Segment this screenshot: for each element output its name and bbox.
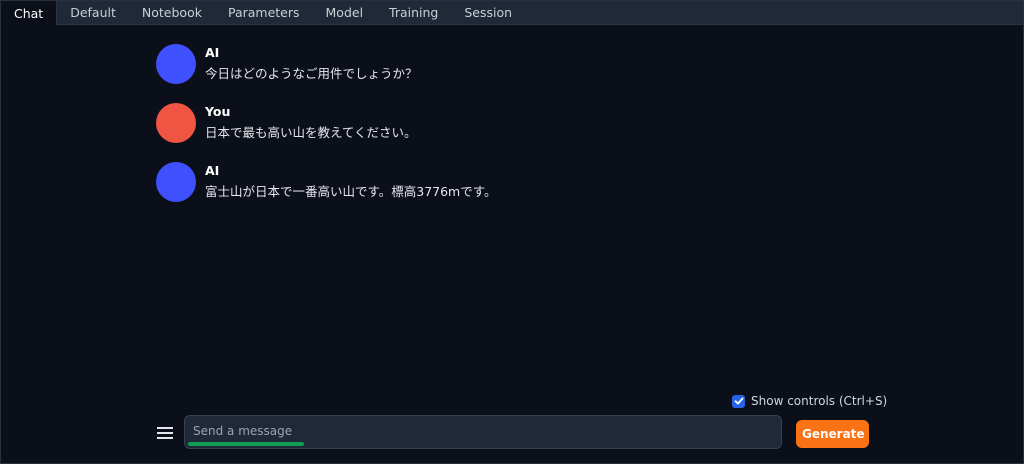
chat-message: You 日本で最も高い山を教えてください。	[155, 102, 875, 161]
message-author: AI	[205, 163, 220, 178]
app-window: Chat Default Notebook Parameters Model T…	[0, 0, 1024, 464]
chat-message: AI 富士山が日本で一番高い山です。標高3776mです。	[155, 161, 875, 220]
ai-avatar	[156, 162, 196, 202]
message-author: AI	[205, 45, 220, 60]
message-input[interactable]	[193, 421, 773, 441]
message-author: You	[205, 104, 231, 119]
show-controls-toggle[interactable]: Show controls (Ctrl+S)	[732, 394, 887, 408]
tab-training[interactable]: Training	[376, 1, 451, 24]
tab-notebook[interactable]: Notebook	[129, 1, 215, 24]
tab-parameters[interactable]: Parameters	[215, 1, 313, 24]
chat-message: AI 今日はどのようなご用件でしょうか？	[155, 43, 875, 102]
message-body: You 日本で最も高い山を教えてください。	[205, 104, 417, 142]
tab-bar: Chat Default Notebook Parameters Model T…	[1, 1, 1023, 25]
message-body: AI 今日はどのようなご用件でしょうか？	[205, 45, 418, 83]
input-progress-bar	[188, 442, 304, 446]
hamburger-menu-icon[interactable]	[155, 424, 175, 444]
message-body: AI 富士山が日本で一番高い山です。標高3776mです。	[205, 163, 497, 201]
show-controls-label: Show controls (Ctrl+S)	[751, 394, 888, 408]
checkmark-icon	[734, 397, 743, 405]
tab-session[interactable]: Session	[451, 1, 525, 24]
generate-button[interactable]: Generate	[796, 420, 869, 448]
message-text: 今日はどのようなご用件でしょうか？	[205, 66, 418, 81]
tab-default[interactable]: Default	[57, 1, 129, 24]
chat-history: AI 今日はどのようなご用件でしょうか？ You 日本で最も高い山を教えてくださ…	[155, 43, 875, 220]
show-controls-checkbox[interactable]	[732, 394, 745, 408]
tab-model[interactable]: Model	[313, 1, 377, 24]
tab-chat[interactable]: Chat	[1, 1, 58, 25]
ai-avatar	[156, 44, 196, 84]
message-input-container	[184, 415, 782, 449]
message-text: 富士山が日本で一番高い山です。標高3776mです。	[205, 184, 497, 199]
user-avatar	[156, 103, 196, 143]
message-text: 日本で最も高い山を教えてください。	[205, 125, 417, 140]
